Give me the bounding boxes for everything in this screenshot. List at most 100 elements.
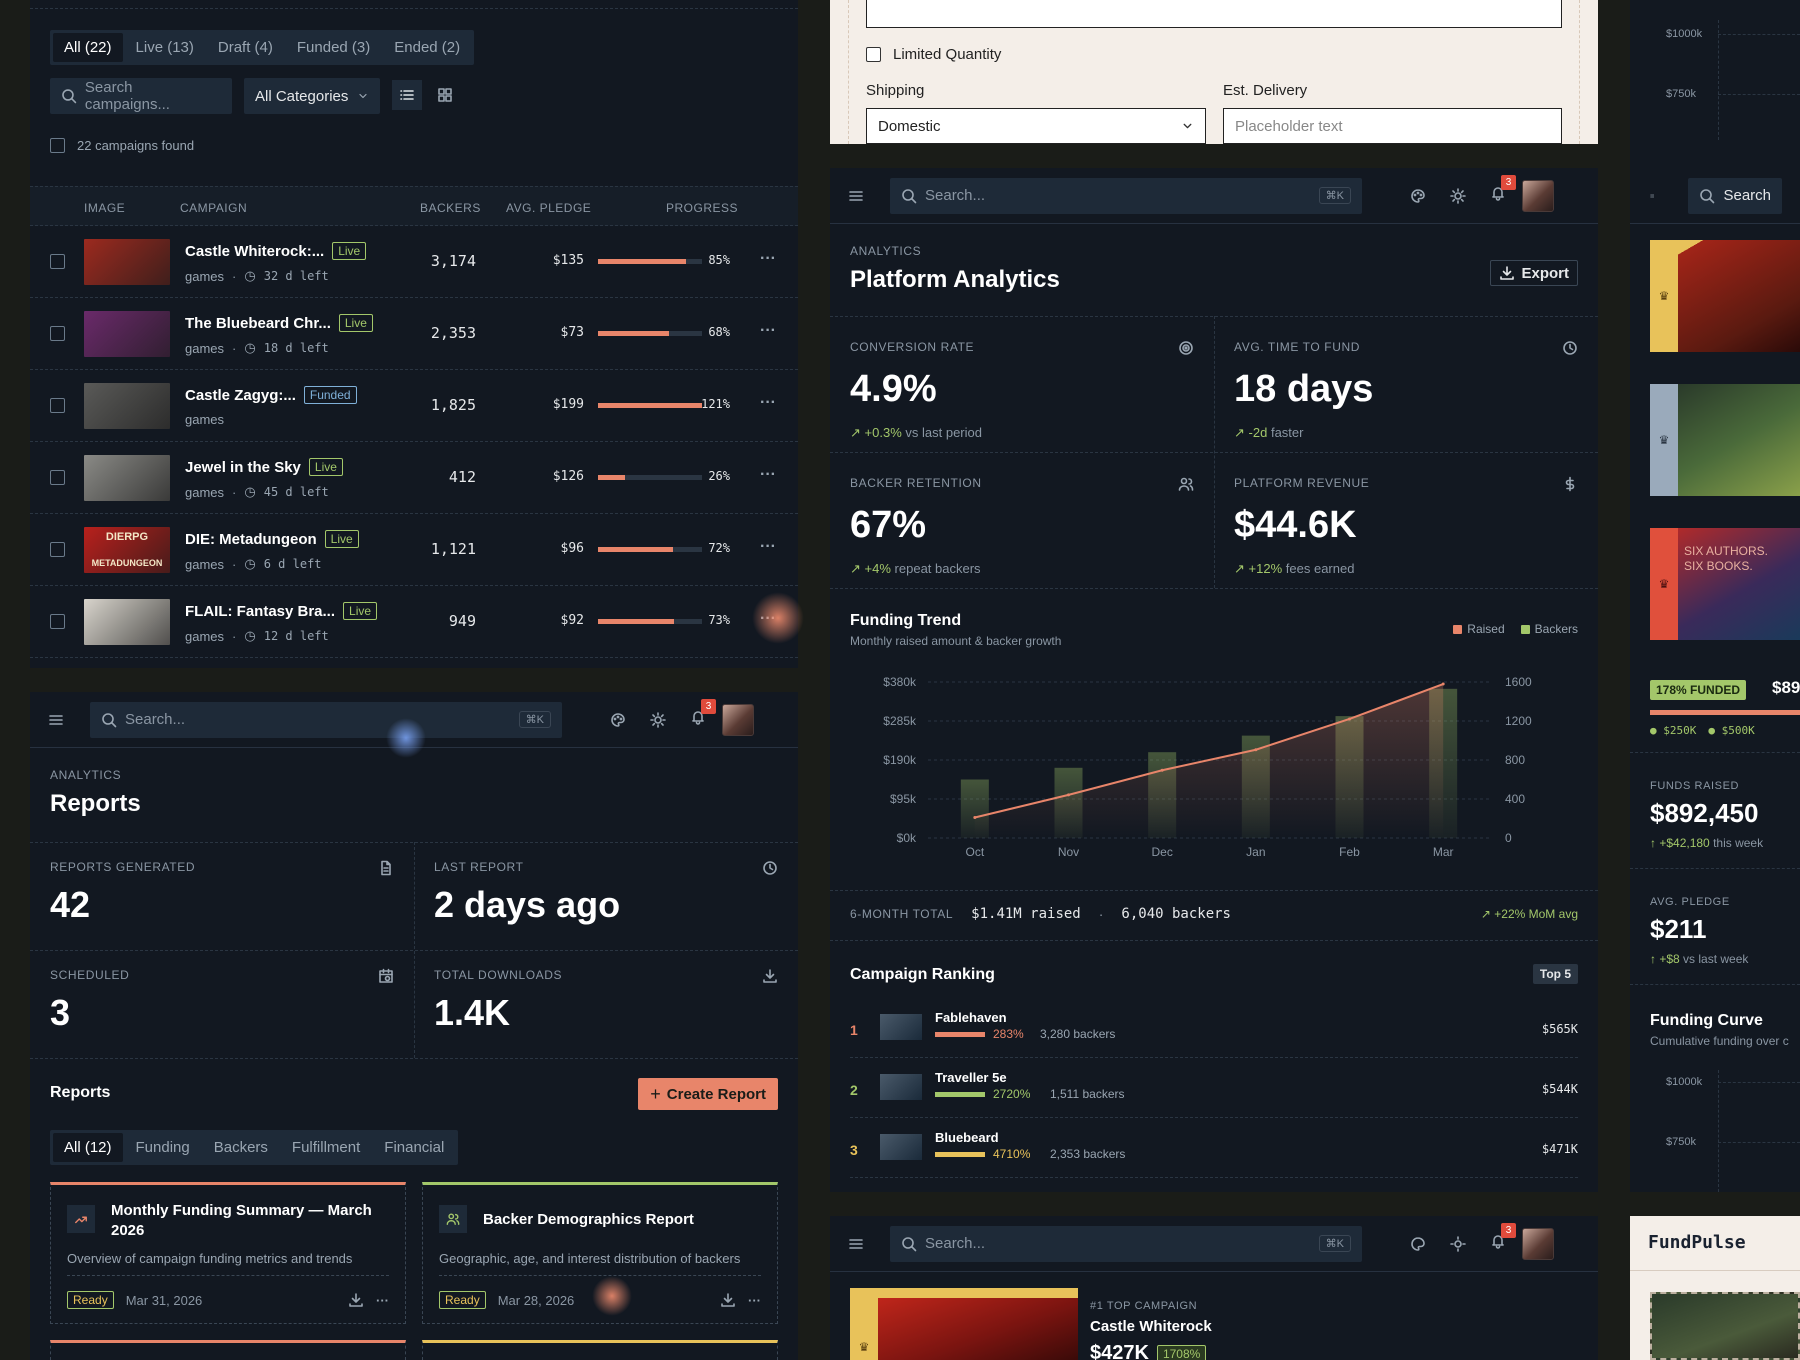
avatar[interactable] bbox=[722, 703, 754, 736]
reward-form-panel: Limited Quantity Shipping Est. Delivery … bbox=[830, 0, 1598, 144]
right-dashboard-panel: $1000k $750k Search ♛ ♛ ♛ SIX AUTHORS. S… bbox=[1630, 0, 1800, 1192]
more-icon[interactable]: ··· bbox=[376, 1293, 389, 1308]
create-report-button[interactable]: + Create Report bbox=[638, 1078, 778, 1110]
raised-point bbox=[973, 815, 977, 819]
clock-icon: ◷ bbox=[244, 484, 256, 499]
global-search-input[interactable]: Search bbox=[1688, 177, 1782, 214]
tab-fulfillment[interactable]: Fulfillment bbox=[281, 1133, 371, 1162]
campaign-thumb: SIX AUTHORS. SIX BOOKS. bbox=[1678, 528, 1800, 640]
sun-icon[interactable] bbox=[1450, 187, 1466, 204]
avatar[interactable] bbox=[1522, 1227, 1554, 1260]
palette-icon[interactable] bbox=[610, 712, 626, 728]
progress-bar bbox=[598, 403, 702, 408]
tab-funding[interactable]: Funding bbox=[125, 1133, 201, 1162]
table-row[interactable]: FLAIL: Fantasy Bra... Live games · ◷ 12 d l… bbox=[30, 586, 798, 658]
notifications-button[interactable]: 3 bbox=[1490, 175, 1516, 206]
campaign-thumb bbox=[1678, 240, 1800, 352]
menu-icon[interactable] bbox=[1650, 188, 1655, 204]
grid-view-button[interactable] bbox=[430, 80, 460, 110]
menu-icon[interactable] bbox=[848, 1236, 864, 1252]
shortcut-hint: ⌘K bbox=[518, 711, 551, 728]
menu-icon[interactable] bbox=[848, 188, 864, 204]
table-row[interactable]: DIERPG METADUNGEON DIE: Metadungeon Live … bbox=[30, 514, 798, 586]
campaign-name[interactable]: The Bluebeard Chr... bbox=[185, 315, 331, 332]
table-row[interactable]: The Bluebeard Chr... Live games · ◷ 18 d le… bbox=[30, 298, 798, 370]
rank-number: 2 bbox=[850, 1082, 858, 1098]
platform-analytics-panel: Search... ⌘K 3 ANALYTICS Platform Analyt… bbox=[830, 168, 1598, 1192]
list-view-button[interactable] bbox=[392, 80, 422, 110]
avatar[interactable] bbox=[1522, 179, 1554, 212]
campaign-name[interactable]: Jewel in the Sky bbox=[185, 459, 301, 476]
users-icon-box bbox=[439, 1205, 467, 1233]
more-icon[interactable]: ··· bbox=[748, 1293, 761, 1308]
chevron-down-icon bbox=[1183, 123, 1192, 129]
tab-funded[interactable]: Funded (3) bbox=[286, 33, 381, 62]
sun-icon[interactable] bbox=[1450, 1235, 1466, 1252]
palette-icon[interactable] bbox=[1410, 188, 1426, 204]
campaign-name[interactable]: DIE: Metadungeon bbox=[185, 531, 317, 548]
sun-icon[interactable] bbox=[650, 711, 666, 728]
row-checkbox[interactable] bbox=[50, 542, 65, 557]
rank-stripe: ♛ bbox=[1650, 384, 1678, 496]
tab-all[interactable]: All (12) bbox=[53, 1133, 123, 1162]
download-icon[interactable] bbox=[348, 1292, 364, 1308]
table-row[interactable]: Jewel in the Sky Live games · ◷ 45 d left 4… bbox=[30, 442, 798, 514]
palette-icon[interactable] bbox=[1410, 1236, 1426, 1252]
progress-bar bbox=[598, 475, 702, 480]
notifications-button[interactable]: 3 bbox=[690, 699, 716, 730]
notifications-button[interactable]: 3 bbox=[1490, 1223, 1516, 1254]
download-icon[interactable] bbox=[720, 1292, 736, 1308]
row-checkbox[interactable] bbox=[50, 614, 65, 629]
kpi-label: REPORTS GENERATED bbox=[50, 860, 196, 874]
grid-icon bbox=[438, 88, 452, 102]
global-search-input[interactable]: Search... ⌘K bbox=[90, 701, 562, 738]
table-row[interactable]: Castle Whiterock:... Live games · ◷ 32 d le… bbox=[30, 226, 798, 298]
col-avg-pledge: AVG. PLEDGE bbox=[506, 201, 592, 215]
shipping-select[interactable]: Domestic bbox=[866, 108, 1206, 144]
more-icon[interactable]: ··· bbox=[760, 394, 776, 412]
delivery-input[interactable]: Placeholder text bbox=[1223, 108, 1562, 144]
category-select[interactable]: All Categories bbox=[244, 78, 380, 114]
more-icon[interactable]: ··· bbox=[760, 538, 776, 556]
campaign-search-input[interactable]: Search campaigns... bbox=[50, 78, 232, 114]
notification-badge: 3 bbox=[701, 699, 716, 714]
row-checkbox[interactable] bbox=[50, 470, 65, 485]
campaign-name[interactable]: FLAIL: Fantasy Bra... bbox=[185, 603, 335, 620]
more-icon[interactable]: ··· bbox=[760, 466, 776, 484]
more-icon[interactable]: ··· bbox=[760, 250, 776, 268]
row-checkbox[interactable] bbox=[50, 254, 65, 269]
ranking-row[interactable]: 2 Traveller 5e 2720% 1,511 backers $544K bbox=[850, 1058, 1578, 1118]
shortcut-hint: ⌘K bbox=[1318, 1235, 1351, 1252]
status-badge: Live bbox=[338, 314, 373, 332]
crown-icon: ♛ bbox=[858, 1340, 870, 1354]
tab-all[interactable]: All (22) bbox=[53, 33, 123, 62]
row-checkbox[interactable] bbox=[50, 398, 65, 413]
tab-backers[interactable]: Backers bbox=[203, 1133, 279, 1162]
tab-live[interactable]: Live (13) bbox=[125, 33, 205, 62]
limited-quantity-checkbox[interactable] bbox=[866, 47, 881, 62]
campaign-name[interactable]: Castle Whiterock:... bbox=[185, 243, 324, 260]
legend-swatch-backers bbox=[1520, 624, 1530, 634]
trend-up-icon: ↗ bbox=[1234, 425, 1245, 440]
tab-financial[interactable]: Financial bbox=[373, 1133, 455, 1162]
campaign-category: games bbox=[185, 484, 225, 500]
kpi-value: 1.4K bbox=[434, 992, 511, 1033]
ranking-row[interactable]: 3 Bluebeard 4710% 2,353 backers $471K bbox=[850, 1118, 1578, 1178]
select-all-checkbox[interactable] bbox=[50, 138, 65, 153]
fundpulse-panel: FundPulse bbox=[1630, 1216, 1800, 1360]
global-search-input[interactable]: Search... ⌘K bbox=[890, 1225, 1362, 1262]
global-search-input[interactable]: Search... ⌘K bbox=[890, 177, 1362, 214]
row-checkbox[interactable] bbox=[50, 326, 65, 341]
tab-ended[interactable]: Ended (2) bbox=[383, 33, 471, 62]
export-button[interactable]: Export bbox=[1490, 260, 1578, 286]
tab-draft[interactable]: Draft (4) bbox=[207, 33, 284, 62]
campaign-name[interactable]: Castle Zagyg:... bbox=[185, 387, 296, 404]
more-icon[interactable]: ··· bbox=[760, 322, 776, 340]
menu-icon[interactable] bbox=[48, 712, 64, 728]
ranking-row[interactable]: 1 Fablehaven 283% 3,280 backers $565K bbox=[850, 998, 1578, 1058]
campaign-thumb: DIERPG METADUNGEON bbox=[84, 527, 170, 573]
table-row[interactable]: Castle Zagyg:... Funded games 1,825 $199… bbox=[30, 370, 798, 442]
totals-label: 6-MONTH TOTAL bbox=[850, 907, 954, 921]
report-card[interactable]: Monthly Funding Summary — March 2026 Ove… bbox=[50, 1182, 406, 1324]
status-badge: Ready bbox=[439, 1291, 486, 1309]
